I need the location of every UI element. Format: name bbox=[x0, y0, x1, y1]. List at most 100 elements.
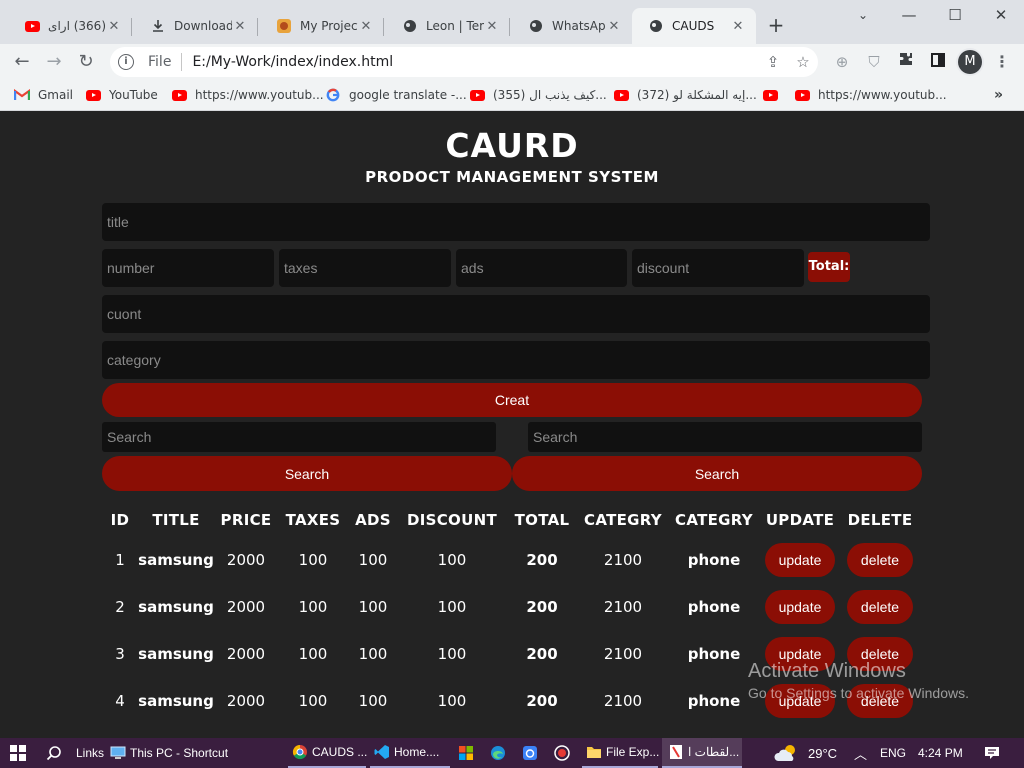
delete-button[interactable]: delete bbox=[847, 542, 913, 577]
forward-icon[interactable]: → bbox=[42, 50, 66, 74]
search-by-title-button[interactable]: Search bbox=[102, 456, 512, 491]
bookmark-youtube-arabic-2[interactable]: (372) إيه المشكلة لو... bbox=[613, 86, 757, 104]
menu-icon[interactable]: ⋮ bbox=[990, 50, 1014, 74]
search-input-category[interactable] bbox=[528, 422, 922, 452]
globe-icon bbox=[648, 18, 664, 34]
search-input-title[interactable] bbox=[102, 422, 496, 452]
app-label: File Exp... bbox=[606, 745, 660, 759]
tab-leon[interactable]: Leon | Temp ✕ bbox=[386, 8, 510, 44]
notification-icon[interactable] bbox=[984, 738, 1004, 768]
tab-title: (366) ارای د bbox=[48, 19, 106, 33]
tab-title: My Project bbox=[300, 19, 358, 33]
side-panel-icon[interactable] bbox=[926, 50, 950, 74]
taskbar-app-vscode[interactable]: Home.... bbox=[370, 738, 450, 768]
more-bookmarks-icon[interactable]: » bbox=[994, 86, 1003, 104]
tab-downloads[interactable]: Downloads ✕ bbox=[134, 8, 258, 44]
cell-total: 200 bbox=[526, 550, 558, 569]
cell-discount: 100 bbox=[437, 644, 467, 663]
shield-extension-icon[interactable]: ⛉ bbox=[862, 50, 886, 74]
tab-my-project[interactable]: My Project ✕ bbox=[260, 8, 384, 44]
count-input[interactable] bbox=[102, 295, 930, 333]
category-input[interactable] bbox=[102, 341, 930, 379]
cell-category: phone bbox=[687, 550, 741, 569]
taskbar-app-store[interactable] bbox=[458, 738, 478, 768]
tab-title: WhatsApp bbox=[552, 19, 606, 33]
bookmark-youtube-link-2[interactable]: https://www.youtub... bbox=[794, 86, 947, 104]
show-hidden-icons-chevron-icon[interactable]: ︿ bbox=[854, 738, 867, 768]
bookmark-youtube-link-1[interactable]: https://www.youtub... bbox=[171, 86, 324, 104]
taskbar-app-camera[interactable] bbox=[522, 738, 542, 768]
bookmark-gmail[interactable]: Gmail bbox=[14, 86, 73, 104]
taskbar-app-file-explorer[interactable]: File Exp... bbox=[582, 738, 660, 768]
close-window-icon[interactable]: ✕ bbox=[978, 4, 1024, 28]
start-button[interactable] bbox=[10, 738, 30, 768]
taskbar-app-snipping[interactable]: لقطات ا... bbox=[662, 738, 742, 768]
update-button[interactable]: update bbox=[765, 589, 835, 624]
discount-input[interactable] bbox=[632, 249, 804, 287]
temperature: 29°C bbox=[808, 745, 838, 761]
bookmark-youtube[interactable]: YouTube bbox=[85, 86, 158, 104]
close-icon[interactable]: ✕ bbox=[106, 19, 122, 34]
this-pc-shortcut[interactable]: This PC - Shortcut bbox=[110, 738, 228, 768]
windows-logo-icon bbox=[10, 745, 26, 761]
address-bar[interactable]: i File E:/My-Work/index/index.html ⇪ ☆ bbox=[110, 47, 818, 77]
close-icon[interactable]: ✕ bbox=[730, 19, 746, 34]
create-button[interactable]: Creat bbox=[102, 383, 922, 417]
cell-total: 200 bbox=[526, 691, 558, 710]
tab-search-icon[interactable]: ⌄ bbox=[840, 4, 886, 28]
cell-total: 200 bbox=[526, 597, 558, 616]
title-input[interactable] bbox=[102, 203, 930, 241]
taskbar-app-chrome[interactable]: CAUDS ... bbox=[288, 738, 367, 768]
language-indicator[interactable]: ENG bbox=[880, 738, 906, 768]
back-icon[interactable]: ← bbox=[10, 50, 34, 74]
close-icon[interactable]: ✕ bbox=[484, 19, 500, 34]
cell-id: 3 bbox=[115, 644, 125, 663]
profile-avatar[interactable]: M bbox=[958, 50, 982, 74]
bookmark-star-icon[interactable]: ☆ bbox=[788, 53, 818, 71]
cell-taxes: 100 bbox=[298, 691, 328, 710]
new-tab-button[interactable]: + bbox=[764, 14, 788, 38]
search-button[interactable] bbox=[46, 738, 66, 768]
web-page-content: CAURD PRODOCT MANAGEMENT SYSTEM Total: C… bbox=[0, 112, 1024, 738]
tab-youtube[interactable]: (366) ارای د ✕ bbox=[8, 8, 132, 44]
share-icon[interactable]: ⇪ bbox=[758, 53, 788, 71]
close-icon[interactable]: ✕ bbox=[358, 19, 374, 34]
links-toolbar[interactable]: Links bbox=[76, 738, 104, 768]
search-by-category-button[interactable]: Search bbox=[512, 456, 922, 491]
close-icon[interactable]: ✕ bbox=[232, 19, 248, 34]
cell-discount: 100 bbox=[437, 597, 467, 616]
minimize-icon[interactable]: — bbox=[886, 4, 932, 28]
reload-icon[interactable]: ↻ bbox=[74, 50, 98, 74]
bookmark-label: https://www.youtub... bbox=[195, 88, 324, 102]
weather-widget[interactable]: 29°C bbox=[774, 738, 837, 768]
close-icon[interactable]: ✕ bbox=[606, 19, 622, 34]
taskbar-app-edge[interactable] bbox=[490, 738, 510, 768]
extensions-puzzle-icon[interactable] bbox=[894, 50, 918, 74]
bookmark-youtube-icon-only[interactable] bbox=[762, 86, 786, 104]
number-input[interactable] bbox=[102, 249, 274, 287]
browser-tab-strip: (366) ارای د ✕ Downloads ✕ My Project ✕ … bbox=[0, 0, 1024, 44]
tab-cauds-active[interactable]: CAUDS ✕ bbox=[632, 8, 756, 44]
bookmark-google-translate[interactable]: google translate -... bbox=[325, 86, 467, 104]
ads-input[interactable] bbox=[456, 249, 627, 287]
taskbar-app-recorder[interactable] bbox=[554, 738, 574, 768]
tab-title: CAUDS bbox=[672, 19, 715, 33]
update-button[interactable]: update bbox=[765, 542, 835, 577]
url-text[interactable]: E:/My-Work/index/index.html bbox=[192, 54, 758, 70]
bookmark-youtube-arabic-1[interactable]: (355) كيف يذنب ال... bbox=[469, 86, 607, 104]
bookmark-label: Gmail bbox=[38, 88, 74, 102]
youtube-icon bbox=[794, 87, 810, 103]
taxes-input[interactable] bbox=[279, 249, 451, 287]
clock[interactable]: 4:24 PM bbox=[918, 738, 963, 768]
maximize-icon[interactable]: ☐ bbox=[932, 4, 978, 28]
cell-title: samsung bbox=[138, 550, 214, 569]
cell-price: 2000 bbox=[226, 691, 266, 710]
delete-button[interactable]: delete bbox=[847, 589, 913, 624]
cell-delete: delete bbox=[840, 536, 920, 583]
translate-extension-icon[interactable]: ⊕ bbox=[830, 50, 854, 74]
tab-whatsapp[interactable]: WhatsApp ✕ bbox=[512, 8, 632, 44]
info-icon[interactable]: i bbox=[118, 54, 134, 70]
page-title: CAURD bbox=[445, 126, 579, 165]
edge-icon bbox=[490, 745, 506, 761]
project-icon bbox=[276, 18, 292, 34]
